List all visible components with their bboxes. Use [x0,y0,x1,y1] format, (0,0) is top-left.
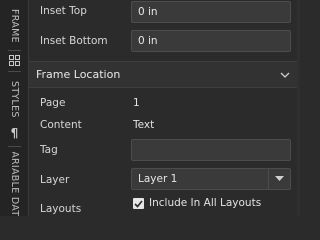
frame-location-header[interactable]: Frame Location [29,61,300,88]
tag-label: Tag [40,144,58,156]
inset-bottom-field[interactable]: 0 in [131,30,291,52]
inset-top-value: 0 in [138,6,158,18]
content-value: Text [133,119,155,131]
layouts-label: Layouts [40,203,82,215]
page-value: 1 [133,97,140,109]
grid-icon[interactable] [7,53,22,68]
inset-bottom-value: 0 in [138,35,158,47]
main-panel: Inset Top 0 in Inset Bottom 0 in Frame L… [29,0,300,216]
checkmark-icon [134,199,143,208]
chevron-down-icon [280,72,290,78]
caret-down-icon [275,176,284,181]
tab-styles[interactable]: STYLES [0,76,29,122]
include-all-layouts-label: Include In All Layouts [149,197,262,209]
pilcrow-icon[interactable]: ¶ [7,125,22,140]
tab-separator [8,50,21,51]
inset-bottom-label: Inset Bottom [40,35,108,47]
panel-scrollbar[interactable] [297,0,300,216]
page-label: Page [40,97,66,109]
tab-styles-label: STYLES [9,80,20,118]
tab-separator [8,146,21,147]
content-label: Content [40,119,82,131]
layer-label: Layer [40,174,70,186]
properties-panel: FRAME STYLES ¶ VARIABLE DATA Inset Top 0 [0,0,300,216]
tag-field[interactable] [131,139,291,161]
inset-top-field[interactable]: 0 in [131,1,291,23]
frame-location-title: Frame Location [36,68,121,81]
tab-frame[interactable]: FRAME [0,4,29,48]
layer-select-value: Layer 1 [138,173,178,185]
inset-top-label: Inset Top [40,5,87,17]
tab-separator [8,71,21,72]
layer-select[interactable]: Layer 1 [131,168,291,190]
tab-variable-data-label: VARIABLE DATA [9,152,20,216]
tab-variable-data[interactable]: VARIABLE DATA [0,152,29,216]
tab-frame-label: FRAME [9,9,20,43]
include-all-layouts-checkbox[interactable] [133,198,144,209]
side-tab-strip: FRAME STYLES ¶ VARIABLE DATA [0,0,29,216]
layer-dropdown-button[interactable] [268,169,290,189]
